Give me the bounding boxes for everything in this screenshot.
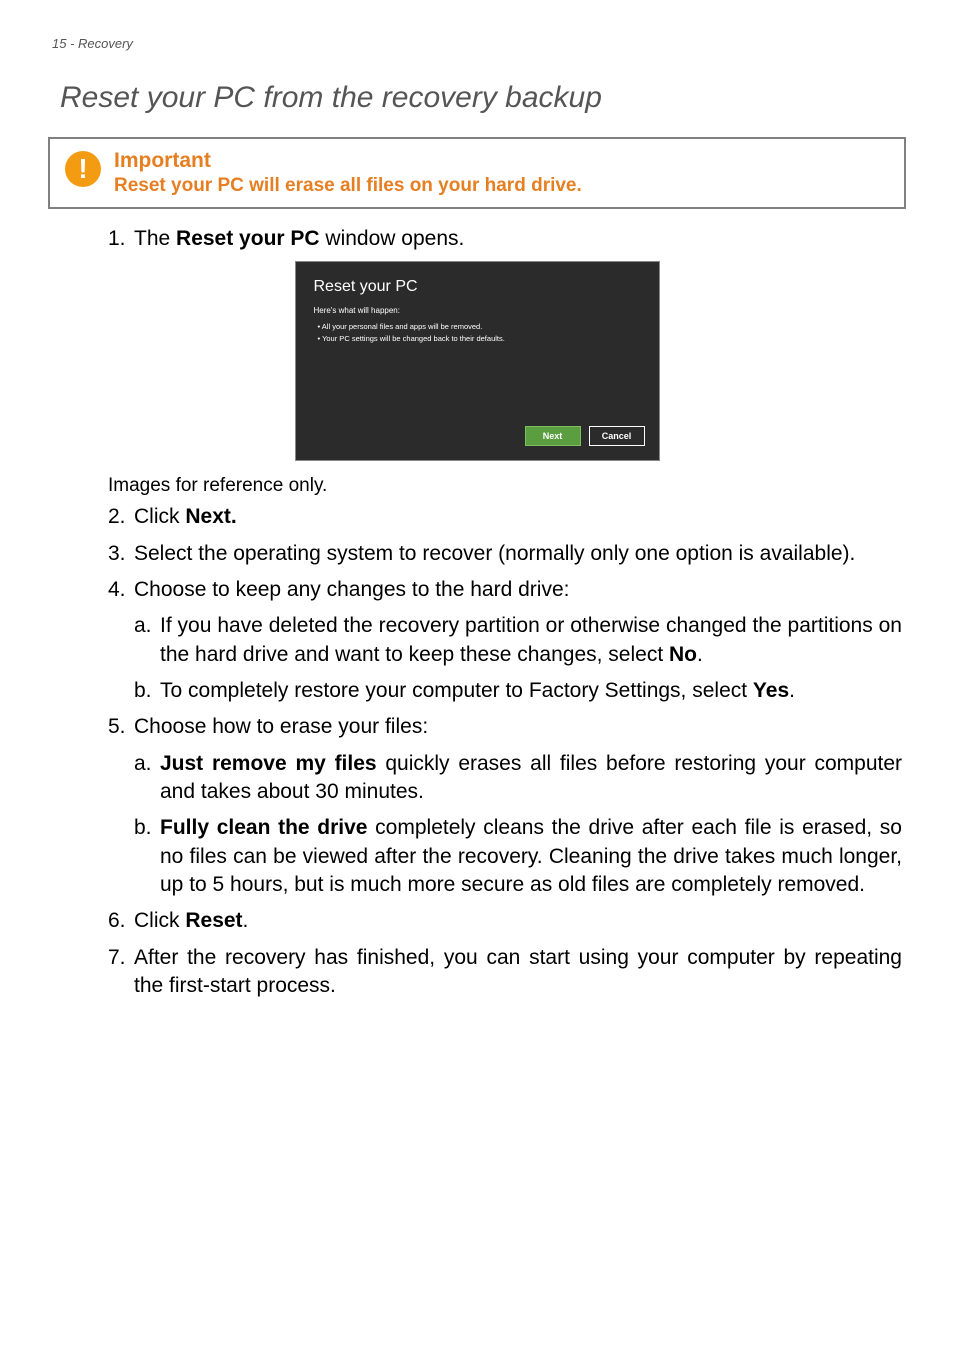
next-button[interactable]: Next — [525, 426, 581, 446]
step-text: Click Next. — [134, 503, 902, 531]
screenshot-subtitle: Here's what will happen: — [314, 306, 641, 315]
text: The — [134, 227, 176, 250]
text-bold: Fully clean the drive — [160, 816, 367, 839]
text: . — [243, 909, 249, 932]
screenshot-title: Reset your PC — [314, 278, 641, 296]
step-number: 4. — [108, 576, 134, 604]
text-bold: Just remove my files — [160, 752, 377, 775]
text: Click — [134, 505, 185, 528]
page-header: 15 - Recovery — [52, 36, 902, 51]
substep-text: Fully clean the drive completely cleans … — [160, 814, 902, 899]
substep-number: a. — [134, 750, 160, 807]
screenshot-bullet: • Your PC settings will be changed back … — [318, 333, 641, 344]
screenshot-container: Reset your PC Here's what will happen: •… — [52, 261, 902, 461]
step-4a: a. If you have deleted the recovery part… — [134, 612, 902, 669]
text-bold: Reset your PC — [176, 227, 320, 250]
step-4b: b. To completely restore your computer t… — [134, 677, 902, 705]
text: If you have deleted the recovery partiti… — [160, 614, 902, 665]
substep-number: a. — [134, 612, 160, 669]
substep-text: Just remove my files quickly erases all … — [160, 750, 902, 807]
screenshot-bullet: • All your personal files and apps will … — [318, 321, 641, 332]
step-7: 7. After the recovery has finished, you … — [108, 944, 902, 1001]
text: To completely restore your computer to F… — [160, 679, 753, 702]
step-number: 7. — [108, 944, 134, 1001]
step-1: 1. The Reset your PC window opens. — [108, 225, 902, 253]
image-caption: Images for reference only. — [108, 475, 902, 497]
step-text: After the recovery has finished, you can… — [134, 944, 902, 1001]
step-6: 6. Click Reset. — [108, 907, 902, 935]
step-3: 3. Select the operating system to recove… — [108, 540, 902, 568]
important-text: Reset your PC will erase all files on yo… — [114, 175, 890, 197]
text: . — [697, 643, 703, 666]
text-bold: Yes — [753, 679, 789, 702]
step-number: 2. — [108, 503, 134, 531]
step-number: 6. — [108, 907, 134, 935]
text: Click — [134, 909, 185, 932]
important-title: Important — [114, 149, 890, 173]
alert-icon — [65, 151, 101, 187]
step-4: 4. Choose to keep any changes to the har… — [108, 576, 902, 604]
substep-text: To completely restore your computer to F… — [160, 677, 902, 705]
step-text: The Reset your PC window opens. — [134, 225, 902, 253]
step-5: 5. Choose how to erase your files: — [108, 713, 902, 741]
step-5a: a. Just remove my files quickly erases a… — [134, 750, 902, 807]
section-title: Reset your PC from the recovery backup — [60, 81, 902, 115]
text-bold: No — [669, 643, 697, 666]
text-bold: Reset — [185, 909, 242, 932]
step-number: 1. — [108, 225, 134, 253]
text: window opens. — [320, 227, 465, 250]
substep-text: If you have deleted the recovery partiti… — [160, 612, 902, 669]
step-number: 5. — [108, 713, 134, 741]
important-box: Important Reset your PC will erase all f… — [48, 137, 906, 209]
step-text: Choose how to erase your files: — [134, 713, 902, 741]
text: . — [789, 679, 795, 702]
reset-pc-screenshot: Reset your PC Here's what will happen: •… — [295, 261, 660, 461]
step-2: 2. Click Next. — [108, 503, 902, 531]
step-text: Select the operating system to recover (… — [134, 540, 902, 568]
substep-number: b. — [134, 814, 160, 899]
step-text: Click Reset. — [134, 907, 902, 935]
step-5b: b. Fully clean the drive completely clea… — [134, 814, 902, 899]
step-number: 3. — [108, 540, 134, 568]
text-bold: Next. — [185, 505, 236, 528]
step-text: Choose to keep any changes to the hard d… — [134, 576, 902, 604]
substep-number: b. — [134, 677, 160, 705]
cancel-button[interactable]: Cancel — [589, 426, 645, 446]
screenshot-buttons: Next Cancel — [525, 426, 645, 446]
